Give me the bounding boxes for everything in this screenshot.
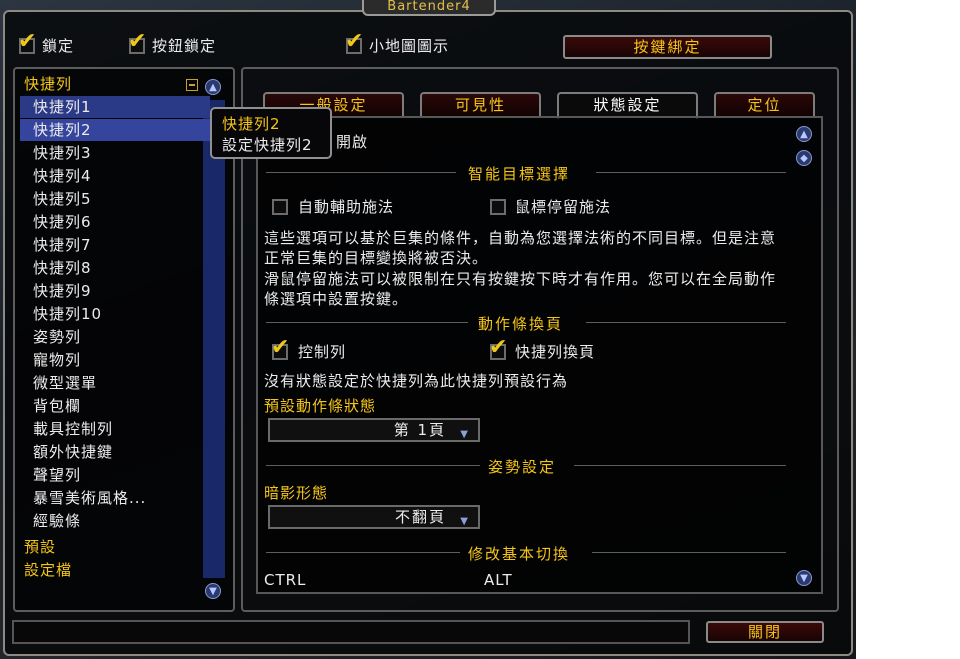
keybind-button[interactable]: 按鍵綁定	[563, 35, 772, 59]
default-state-label: 預設動作條狀態	[264, 397, 377, 415]
status-bar	[12, 620, 690, 644]
tree-item[interactable]: 快捷列1	[20, 96, 210, 118]
section-divider-left	[266, 552, 460, 553]
auto-assist-label: 自動輔助施法	[298, 198, 395, 216]
ctrl-label: CTRL	[264, 571, 307, 589]
tree-item[interactable]: 姿勢列	[20, 326, 210, 348]
tree-item[interactable]: 快捷列10	[20, 303, 210, 325]
content-scroll-thumb-icon[interactable]: ◆	[796, 150, 812, 166]
paging-note: 沒有狀態設定於快捷列為此快捷列預設行為	[264, 372, 569, 390]
tooltip: 快捷列2 設定快捷列2	[210, 107, 332, 159]
section-divider-right	[592, 552, 786, 553]
smart-target-description: 這些選項可以基於巨集的條件，自動為您選擇法術的不同目標。但是注意正常巨集的目標變…	[264, 229, 777, 267]
mouseover-description: 滑鼠停留施法可以被限制在只有按鍵按下時才有作用。您可以在全局動作條選項中設置按鍵…	[264, 270, 777, 308]
tree-root-actionbars[interactable]: 快捷列	[20, 73, 210, 95]
tree-item[interactable]: 快捷列8	[20, 257, 210, 279]
shadowform-label: 暗影形態	[264, 484, 329, 502]
control-bar-checkbox[interactable]: ✔	[271, 337, 289, 360]
content-scroll-down-icon[interactable]: ▼	[796, 570, 812, 586]
close-button[interactable]: 關閉	[706, 621, 824, 643]
bar-paging-label: 快捷列換頁	[515, 343, 596, 361]
button-lock-label: 按鈕鎖定	[152, 37, 217, 55]
alt-label: ALT	[484, 571, 513, 589]
tree-item[interactable]: 快捷列5	[20, 188, 210, 210]
check-icon: ✔	[489, 335, 508, 360]
section-divider-left	[266, 172, 456, 173]
section-divider-left	[266, 465, 480, 466]
tree-item[interactable]: 聲望列	[20, 464, 210, 486]
tab-positioning[interactable]: 定位	[714, 92, 815, 116]
modifiers-title: 修改基本切換	[468, 545, 571, 563]
section-divider-right	[586, 322, 786, 323]
minimap-icon-checkbox[interactable]: ✔	[345, 31, 363, 54]
check-icon: ✔	[345, 29, 364, 54]
enable-label: 開啟	[336, 133, 369, 151]
check-icon: ✔	[18, 29, 37, 54]
smart-target-title: 智能目標選擇	[468, 165, 571, 183]
content-scroll-up-icon[interactable]: ▲	[796, 126, 812, 142]
tree-item[interactable]: 快捷列4	[20, 165, 210, 187]
chevron-down-icon: ▼	[460, 516, 470, 527]
section-divider-right	[574, 465, 786, 466]
control-bar-label: 控制列	[298, 343, 347, 361]
section-divider-right	[596, 172, 786, 173]
shadowform-dropdown[interactable]: 不翻頁 ▼	[268, 505, 480, 529]
minimap-icon-label: 小地圖圖示	[369, 37, 450, 55]
mouseover-cast-checkbox[interactable]	[490, 199, 506, 215]
tree-item[interactable]: 快捷列2	[20, 119, 210, 141]
tree-item[interactable]: 快捷列9	[20, 280, 210, 302]
tree-item[interactable]: 快捷列3	[20, 142, 210, 164]
mouseover-cast-label: 鼠標停留施法	[515, 198, 612, 216]
button-lock-checkbox[interactable]: ✔	[128, 31, 146, 54]
tree-item[interactable]: 暴雪美術風格...	[20, 487, 210, 509]
tree-item[interactable]: 經驗條	[20, 510, 210, 532]
tree-item[interactable]: 載具控制列	[20, 418, 210, 440]
window-title[interactable]: Bartender4	[362, 0, 496, 16]
scroll-down-arrow-icon[interactable]: ▼	[205, 583, 221, 599]
tree-item[interactable]: 快捷列7	[20, 234, 210, 256]
tree-item[interactable]: 背包欄	[20, 395, 210, 417]
action-paging-title: 動作條換頁	[478, 315, 564, 333]
bar-paging-checkbox[interactable]: ✔	[489, 337, 507, 360]
lock-checkbox[interactable]: ✔	[18, 31, 36, 54]
shadowform-value: 不翻頁	[394, 508, 446, 526]
lock-label: 鎖定	[42, 37, 75, 55]
stance-title: 姿勢設定	[488, 458, 557, 476]
tree-item[interactable]: 快捷列6	[20, 211, 210, 233]
tree-item[interactable]: 額外快捷鍵	[20, 441, 210, 463]
tree-item-profiles[interactable]: 設定檔	[20, 559, 210, 581]
tooltip-title: 快捷列2	[222, 115, 281, 133]
tab-visibility[interactable]: 可見性	[420, 92, 541, 116]
auto-assist-checkbox[interactable]	[272, 199, 288, 215]
chevron-down-icon: ▼	[460, 429, 470, 440]
default-state-dropdown[interactable]: 第 1頁 ▼	[268, 418, 480, 442]
tab-state-config[interactable]: 狀態設定	[557, 92, 698, 119]
tree-item-defaults[interactable]: 預設	[20, 536, 210, 558]
section-divider-left	[266, 322, 468, 323]
check-icon: ✔	[128, 29, 147, 54]
tree-item[interactable]: 微型選單	[20, 372, 210, 394]
check-icon: ✔	[271, 335, 290, 360]
tooltip-text: 設定快捷列2	[222, 136, 313, 154]
default-state-value: 第 1頁	[393, 421, 446, 439]
tree-item[interactable]: 寵物列	[20, 349, 210, 371]
